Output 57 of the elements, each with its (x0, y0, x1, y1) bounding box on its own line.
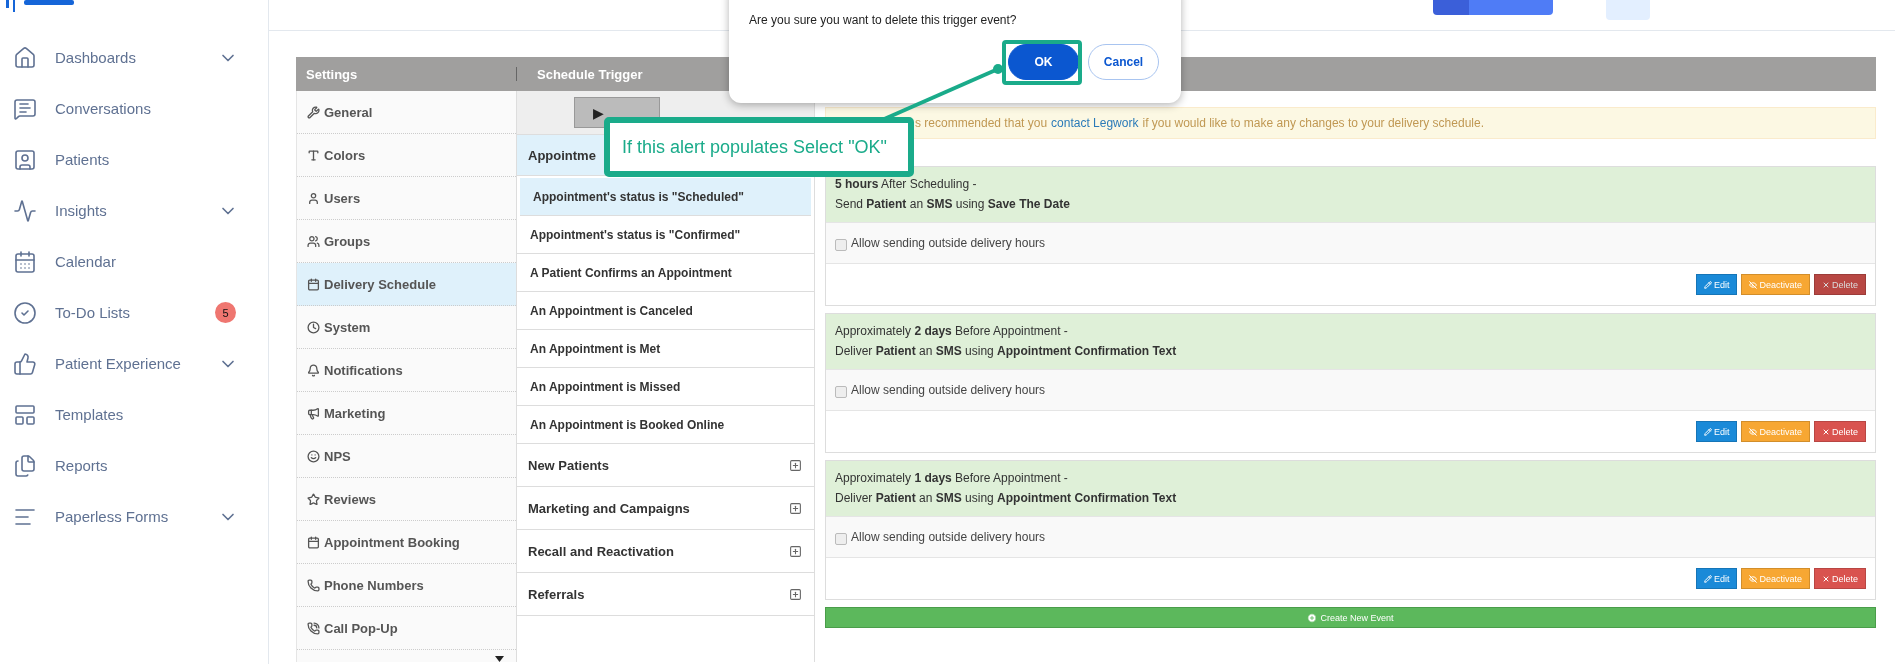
nav-item[interactable]: Patient Experience (0, 338, 268, 389)
settings-item[interactable]: Users (297, 177, 516, 220)
settings-item[interactable]: Delivery Schedule (297, 263, 516, 306)
settings-item[interactable]: Notifications (297, 349, 516, 392)
nav-item[interactable]: To-Do Lists 5 (0, 287, 268, 338)
settings-item[interactable]: Phone Numbers (297, 564, 516, 607)
settings-item[interactable]: General (297, 91, 516, 134)
event-action: Deliver Patient an SMS using Appointment Confirmation Text (835, 491, 1178, 506)
event-timing: 5 hours After Scheduling - (835, 177, 978, 192)
settings-item[interactable]: Call Pop-Up (297, 607, 516, 650)
event-timing: Approximately 2 days Before Appointment - (835, 324, 1069, 339)
dialog-message: Are you sure you want to delete this trigger event? (749, 13, 1018, 27)
settings-item[interactable]: Marketing (297, 392, 516, 435)
nav-label: Reports (55, 457, 109, 474)
nav-label: Dashboards (55, 49, 137, 66)
contact-link[interactable]: contact Legwork (1051, 116, 1139, 130)
nav-item[interactable]: Dashboards (0, 32, 268, 83)
nav-label: Patients (55, 151, 111, 168)
nav-item[interactable]: Patients (0, 134, 268, 185)
column-header: Settings (305, 66, 359, 82)
nav-item[interactable]: Calendar (0, 236, 268, 287)
checkbox-label: Allow sending outside delivery hours (851, 236, 1046, 250)
delete-button[interactable]: Delete (1814, 421, 1866, 442)
nav-label: Templates (55, 406, 125, 423)
event-action: Deliver Patient an SMS using Appointment Confirmation Text (835, 344, 1178, 359)
count-badge: 5 (215, 302, 236, 323)
cancel-button[interactable]: Cancel (1088, 44, 1159, 80)
edit-button[interactable]: Edit (1695, 274, 1738, 295)
settings-item[interactable]: Colors (297, 134, 516, 177)
column-header: Schedule Trigger (536, 66, 644, 82)
edit-button[interactable]: Edit (1695, 421, 1738, 442)
nav-label: Patient Experience (55, 355, 182, 372)
nav-item[interactable]: Paperless Forms (0, 491, 268, 542)
checkbox-label: Allow sending outside delivery hours (851, 530, 1046, 544)
delete-button[interactable]: Delete (1814, 568, 1866, 589)
checkbox-label: Allow sending outside delivery hours (851, 383, 1046, 397)
event-timing: Approximately 1 days Before Appointment - (835, 471, 1069, 486)
hint-tooltip: If this alert populates Select "OK" (604, 117, 914, 177)
settings-item[interactable]: System (297, 306, 516, 349)
event-action: Send Patient an SMS using Save The Date (835, 197, 1071, 212)
nav-label: Insights (55, 202, 108, 219)
edit-button[interactable]: Edit (1695, 568, 1738, 589)
settings-item[interactable]: NPS (297, 435, 516, 478)
nav-label: Calendar (55, 253, 117, 270)
settings-item[interactable]: Appointment Booking (297, 521, 516, 564)
notice-text: s recommended that you contact Legwork if you would like to make any changes to your delivery schedule. (915, 116, 1484, 130)
delete-button[interactable]: Delete (1814, 274, 1866, 295)
nav-item[interactable]: Templates (0, 389, 268, 440)
nav-item[interactable]: Conversations (0, 83, 268, 134)
trigger-item[interactable]: Appointment's status is "Scheduled" (520, 178, 811, 216)
settings-item[interactable]: Reviews (297, 478, 516, 521)
nav-item[interactable]: Insights (0, 185, 268, 236)
nav-label: Conversations (55, 100, 152, 117)
ok-button[interactable]: OK (1008, 44, 1079, 80)
nav-label: To-Do Lists (55, 304, 132, 321)
nav-item[interactable]: Reports (0, 440, 268, 491)
nav-label: Paperless Forms (55, 508, 170, 525)
